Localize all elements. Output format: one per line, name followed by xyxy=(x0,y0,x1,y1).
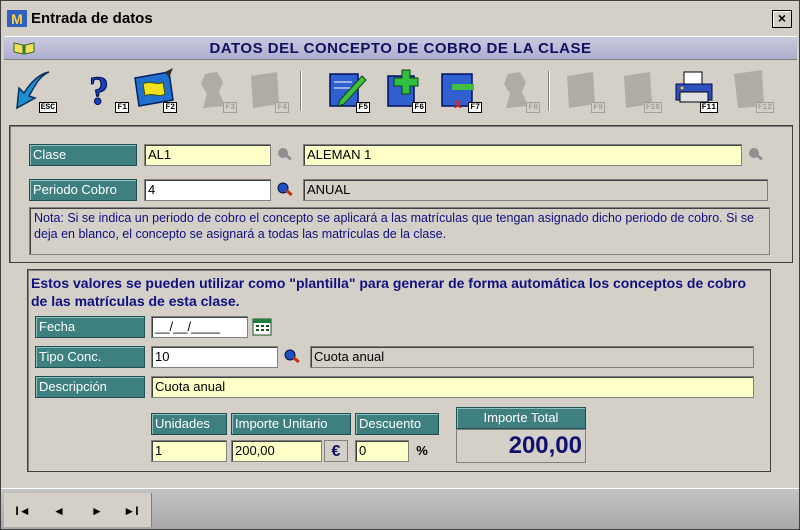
key-label: F7 xyxy=(468,102,482,113)
key-label: F1 xyxy=(115,102,129,113)
previous-record-button[interactable]: ◄ xyxy=(46,501,72,521)
key-label: F4 xyxy=(275,102,289,113)
descuento-label: Descuento xyxy=(355,413,439,435)
tipo-code-input[interactable]: 10 xyxy=(151,346,278,368)
clase-code-input[interactable]: AL1 xyxy=(144,144,271,166)
exit-button[interactable]: ESC xyxy=(9,66,59,116)
periodo-search-icon[interactable] xyxy=(273,179,297,201)
form-banner: DATOS DEL CONCEPTO DE COBRO DE LA CLASE xyxy=(4,36,797,60)
form-title: DATOS DEL CONCEPTO DE COBRO DE LA CLASE xyxy=(209,40,592,57)
person-button[interactable]: F8 xyxy=(492,66,542,116)
navigation-buttons: I◄ ◄ ► ►I xyxy=(4,493,152,527)
next-record-button[interactable]: ► xyxy=(84,501,110,521)
window-title: Entrada de datos xyxy=(31,10,153,27)
first-record-button[interactable]: I◄ xyxy=(10,501,36,521)
toolbar: ESC ? F1 F2 F3 F4 F5 F6 x F7 F8 F9 F10 F… xyxy=(4,63,797,119)
fecha-label: Fecha xyxy=(35,316,145,338)
map-button[interactable]: F2 xyxy=(129,66,179,116)
last-record-button[interactable]: ►I xyxy=(118,501,144,521)
key-label: ESC xyxy=(38,102,57,113)
clase-name-lookup-icon[interactable] xyxy=(744,144,768,166)
new-record-button[interactable]: F6 xyxy=(378,66,428,116)
template-description: Estos valores se pueden utilizar como "p… xyxy=(31,275,747,309)
clase-label: Clase xyxy=(29,144,137,166)
percent-icon: % xyxy=(416,443,428,458)
document-button[interactable]: F10 xyxy=(614,66,664,116)
importe-unitario-label: Importe Unitario xyxy=(231,413,351,435)
app-icon: M xyxy=(7,10,27,27)
unidades-input[interactable]: 1 xyxy=(151,440,227,462)
person-button[interactable]: F3 xyxy=(189,66,239,116)
document-button[interactable]: F12 xyxy=(726,66,776,116)
key-label: F9 xyxy=(591,102,605,113)
euro-icon[interactable]: € xyxy=(324,440,348,462)
key-label: F3 xyxy=(223,102,237,113)
toolbar-separator xyxy=(300,71,302,111)
importe-total-box: Importe Total 200,00 xyxy=(456,407,586,463)
fecha-input[interactable]: __/__/____ xyxy=(151,316,248,338)
importe-total-label: Importe Total xyxy=(456,407,586,429)
descuento-input[interactable]: 0 xyxy=(355,440,409,462)
svg-text:?: ? xyxy=(89,68,109,113)
print-button[interactable]: F11 xyxy=(670,66,720,116)
svg-text:x: x xyxy=(454,95,462,111)
key-label: F2 xyxy=(163,102,177,113)
key-label: F8 xyxy=(526,102,540,113)
close-button[interactable]: × xyxy=(772,10,792,28)
svg-text:M: M xyxy=(11,11,23,27)
clase-name-input[interactable]: ALEMAN 1 xyxy=(303,144,742,166)
edit-button[interactable]: F5 xyxy=(322,66,372,116)
document-button[interactable]: F9 xyxy=(557,66,607,116)
periodo-name-field: ANUAL xyxy=(303,179,768,201)
delete-record-button[interactable]: x F7 xyxy=(434,66,484,116)
importe-unitario-input[interactable]: 200,00 xyxy=(231,440,322,462)
descripcion-label: Descripción xyxy=(35,376,145,398)
key-label: F12 xyxy=(755,102,774,113)
key-label: F11 xyxy=(699,102,718,113)
calendar-icon[interactable] xyxy=(250,316,274,338)
tipo-search-icon[interactable] xyxy=(280,346,304,368)
note-text: Nota: Si se indica un periodo de cobro e… xyxy=(29,207,770,255)
help-button[interactable]: ? F1 xyxy=(81,66,131,116)
toolbar-separator xyxy=(548,71,550,111)
importe-total-value: 200,00 xyxy=(456,429,586,463)
tipo-label: Tipo Conc. xyxy=(35,346,145,368)
record-navigation-bar: I◄ ◄ ► ►I xyxy=(1,488,799,529)
data-entry-window: M Entrada de datos × DATOS DEL CONCEPTO … xyxy=(0,0,800,530)
key-label: F5 xyxy=(356,102,370,113)
clase-lookup-icon[interactable] xyxy=(273,144,297,166)
document-button[interactable]: F4 xyxy=(241,66,291,116)
unidades-label: Unidades xyxy=(151,413,227,435)
title-bar: M Entrada de datos × xyxy=(1,1,799,35)
periodo-label: Periodo Cobro xyxy=(29,179,137,201)
tipo-name-field: Cuota anual xyxy=(310,346,754,368)
descripcion-input[interactable]: Cuota anual xyxy=(151,376,754,398)
key-label: F10 xyxy=(643,102,662,113)
periodo-code-input[interactable]: 4 xyxy=(144,179,271,201)
key-label: F6 xyxy=(412,102,426,113)
